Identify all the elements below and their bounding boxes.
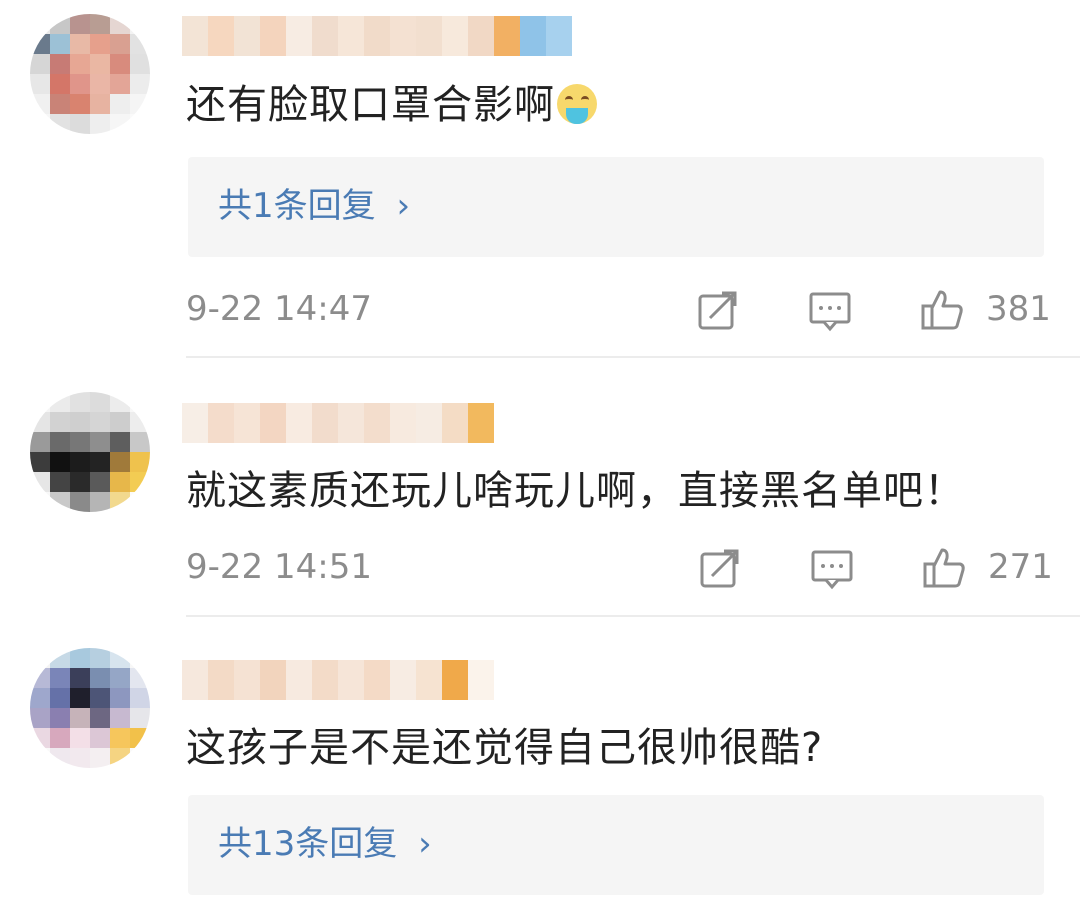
like-count: 271 [988,547,1053,587]
reply-count-label: 共13条回复 [218,824,398,864]
username-blurred[interactable] [182,403,494,443]
divider [186,615,1080,617]
reply-link[interactable]: 共13条回复 › [218,819,432,869]
reply-count-label: 共1条回复 [218,186,376,226]
like-icon[interactable] [920,288,964,332]
comment-text: 就这素质还玩儿啥玩儿啊，直接黑名单吧！ [186,468,965,514]
reply-box[interactable]: 共1条回复 › [188,157,1044,257]
avatar[interactable] [30,392,150,512]
avatar[interactable] [30,648,150,768]
like-count: 381 [986,289,1051,329]
username-blurred[interactable] [182,16,572,56]
username-blurred[interactable] [182,660,494,700]
share-icon[interactable] [698,546,742,590]
comment-time: 9-22 14:51 [186,547,372,587]
chevron-right-icon: › [418,824,432,864]
comment-time: 9-22 14:47 [186,289,372,329]
avatar[interactable] [30,14,150,134]
comment-meta: 9-22 14:51 271 [186,542,1053,592]
comment-text: 还有脸取口罩合影啊 [186,80,597,130]
share-icon[interactable] [696,288,740,332]
comment-icon[interactable] [808,288,852,332]
puke-emoji-icon [557,84,597,124]
reply-box[interactable]: 共13条回复 › [188,795,1044,895]
chevron-right-icon: › [396,186,411,226]
reply-link[interactable]: 共1条回复 › [218,181,410,231]
comment-text-content: 还有脸取口罩合影啊 [186,82,555,128]
divider [186,356,1080,358]
like-icon[interactable] [922,546,966,590]
comment-text: 这孩子是不是还觉得自己很帅很酷? [186,725,824,771]
comment-icon[interactable] [810,546,854,590]
comment-meta: 9-22 14:47 381 [186,284,1051,334]
